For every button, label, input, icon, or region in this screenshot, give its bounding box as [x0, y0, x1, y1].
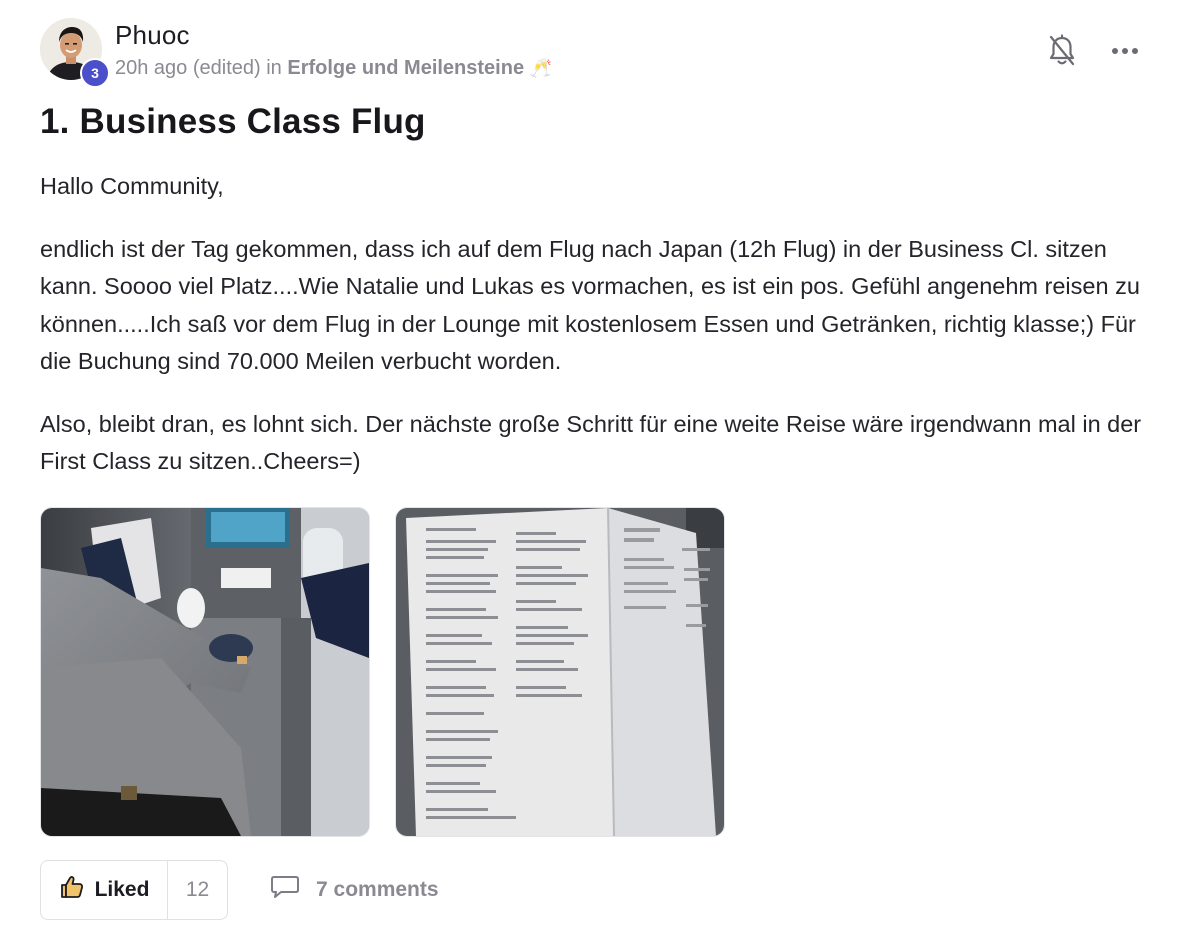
thumbs-up-icon [59, 874, 85, 906]
level-badge: 3 [80, 58, 110, 88]
more-horizontal-icon[interactable] [1108, 38, 1142, 64]
space-link[interactable]: Erfolge und Meilensteine [287, 57, 524, 79]
in-label: in [266, 57, 282, 79]
post-paragraph: Hallo Community, [40, 173, 224, 199]
like-label: Liked [94, 878, 150, 901]
like-count[interactable]: 12 [168, 861, 227, 919]
post-card: 3 Phuoc 20h ago (edited) in Erfolge und … [40, 0, 1150, 934]
clinking-glasses-icon: 🥂 [529, 58, 553, 78]
business-class-seat-photo[interactable] [40, 507, 370, 837]
comment-bubble-icon [270, 874, 300, 906]
like-button-group: Liked 12 [40, 860, 228, 920]
post-meta: 20h ago (edited) in Erfolge und Meilenst… [115, 57, 552, 80]
comments-button[interactable]: 7 comments [270, 872, 439, 908]
post-paragraph: endlich ist der Tag gekommen, dass ich a… [40, 235, 1140, 375]
post-paragraph: Also, bleibt dran, es lohnt sich. Der nä… [40, 410, 1142, 475]
like-button[interactable]: Liked [41, 861, 168, 919]
post-time[interactable]: 20h ago [115, 57, 187, 79]
post-title: 1. Business Class Flug [40, 102, 426, 141]
comments-label: 7 comments [316, 878, 439, 901]
edited-label: (edited) [192, 57, 261, 79]
menu-card-photo[interactable] [395, 507, 725, 837]
bell-off-icon[interactable] [1046, 34, 1078, 68]
author-name[interactable]: Phuoc [115, 20, 190, 51]
author-avatar-wrapper[interactable]: 3 [40, 18, 110, 88]
post-body: Hallo Community, endlich ist der Tag gek… [40, 168, 1150, 506]
